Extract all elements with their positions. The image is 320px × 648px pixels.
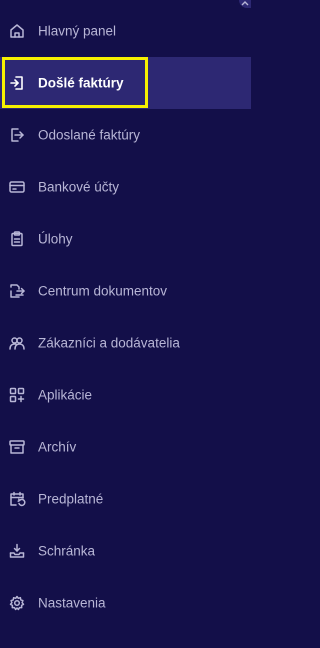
clipboard-icon <box>8 230 26 248</box>
sidebar-item-apps[interactable]: Aplikácie <box>0 369 251 421</box>
sidebar-item-archive[interactable]: Archív <box>0 421 251 473</box>
people-icon <box>8 334 26 352</box>
sidebar-item-dashboard[interactable]: Hlavný panel <box>0 5 251 57</box>
gear-icon <box>8 594 26 612</box>
sidebar-item-subscription[interactable]: Predplatné <box>0 473 251 525</box>
sidebar-item-label: Bankové účty <box>38 179 120 195</box>
sidebar-item-label: Hlavný panel <box>38 23 117 39</box>
sidebar-item-label: Aplikácie <box>38 387 93 403</box>
outgoing-invoice-icon <box>8 126 26 144</box>
calendar-subscription-icon <box>8 490 26 508</box>
sidebar-item-label: Predplatné <box>38 491 104 507</box>
sidebar: Hlavný panel Došlé faktúry Odoslané fakt… <box>0 0 251 648</box>
sidebar-item-label: Došlé faktúry <box>38 75 124 91</box>
sidebar-item-label: Archív <box>38 439 77 455</box>
sidebar-item-label: Nastavenia <box>38 595 106 611</box>
sidebar-item-sent-invoices[interactable]: Odoslané faktúry <box>0 109 251 161</box>
document-transfer-icon <box>8 282 26 300</box>
incoming-invoice-icon <box>8 74 26 92</box>
sidebar-item-incoming-invoices[interactable]: Došlé faktúry <box>0 57 251 109</box>
sidebar-item-tasks[interactable]: Úlohy <box>0 213 251 265</box>
bank-card-icon <box>8 178 26 196</box>
sidebar-item-bank-accounts[interactable]: Bankové účty <box>0 161 251 213</box>
sidebar-item-customers-suppliers[interactable]: Zákazníci a dodávatelia <box>0 317 251 369</box>
sidebar-item-label: Zákazníci a dodávatelia <box>38 335 180 351</box>
sidebar-item-label: Odoslané faktúry <box>38 127 141 143</box>
sidebar-item-settings[interactable]: Nastavenia <box>0 577 251 629</box>
sidebar-item-label: Schránka <box>38 543 96 559</box>
home-icon <box>8 22 26 40</box>
sidebar-item-inbox[interactable]: Schránka <box>0 525 251 577</box>
sidebar-item-label: Centrum dokumentov <box>38 283 168 299</box>
sidebar-item-document-center[interactable]: Centrum dokumentov <box>0 265 251 317</box>
inbox-download-icon <box>8 542 26 560</box>
sidebar-item-label: Úlohy <box>38 231 73 247</box>
archive-box-icon <box>8 438 26 456</box>
apps-grid-icon <box>8 386 26 404</box>
